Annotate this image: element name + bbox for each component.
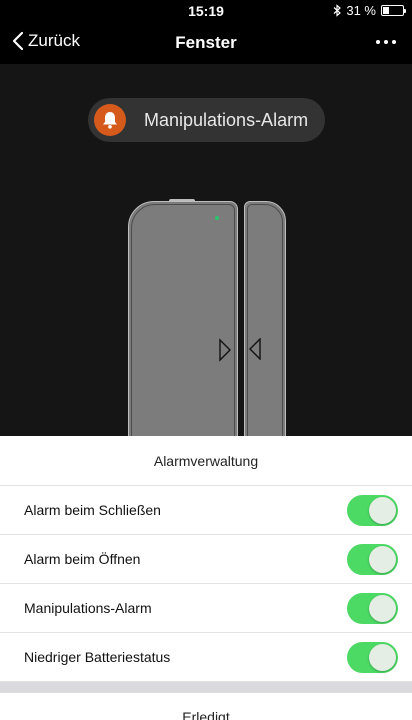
sensor-body — [128, 199, 238, 436]
alarm-on-close-label: Alarm beim Schließen — [24, 502, 161, 518]
alarm-on-open-row: Alarm beim Öffnen — [0, 535, 412, 584]
sensor-illustration: Manipulations-Alarm — [0, 64, 412, 436]
alarm-status-pill: Manipulations-Alarm — [88, 98, 325, 142]
more-dots-icon[interactable] — [376, 36, 400, 48]
status-indicators: 31 % — [333, 3, 406, 18]
status-bar: 15:19 31 % — [0, 0, 412, 22]
sheet-title: Alarmverwaltung — [0, 436, 412, 486]
nav-bar: Zurück Fenster — [0, 22, 412, 64]
tamper-alarm-label: Manipulations-Alarm — [24, 600, 152, 616]
tamper-alarm-row: Manipulations-Alarm — [0, 584, 412, 633]
tamper-alarm-toggle[interactable] — [347, 592, 398, 624]
done-button[interactable]: Erledigt — [0, 693, 412, 720]
page-title: Fenster — [175, 33, 237, 52]
alarm-on-open-label: Alarm beim Öffnen — [24, 551, 141, 567]
bell-icon — [94, 104, 126, 136]
alarm-on-open-toggle[interactable] — [347, 543, 398, 575]
battery-level — [383, 7, 389, 14]
sensor-notch — [169, 199, 195, 202]
low-battery-row: Niedriger Batteriestatus — [0, 633, 412, 682]
arrow-left-icon — [249, 338, 261, 360]
magnet-body — [244, 201, 286, 436]
sheet-separator — [0, 682, 412, 693]
battery-icon — [381, 5, 406, 16]
status-led — [215, 216, 219, 220]
alarm-on-close-toggle[interactable] — [347, 494, 398, 526]
alarm-management-sheet: Alarmverwaltung Alarm beim Schließen Ala… — [0, 436, 412, 720]
bluetooth-icon — [333, 4, 342, 17]
arrow-right-icon — [219, 338, 231, 362]
alarm-status-label: Manipulations-Alarm — [144, 109, 309, 130]
low-battery-label: Niedriger Batteriestatus — [24, 649, 171, 665]
battery-percentage: 31 % — [346, 3, 376, 18]
alarm-on-close-row: Alarm beim Schließen — [0, 486, 412, 535]
low-battery-toggle[interactable] — [347, 641, 398, 673]
